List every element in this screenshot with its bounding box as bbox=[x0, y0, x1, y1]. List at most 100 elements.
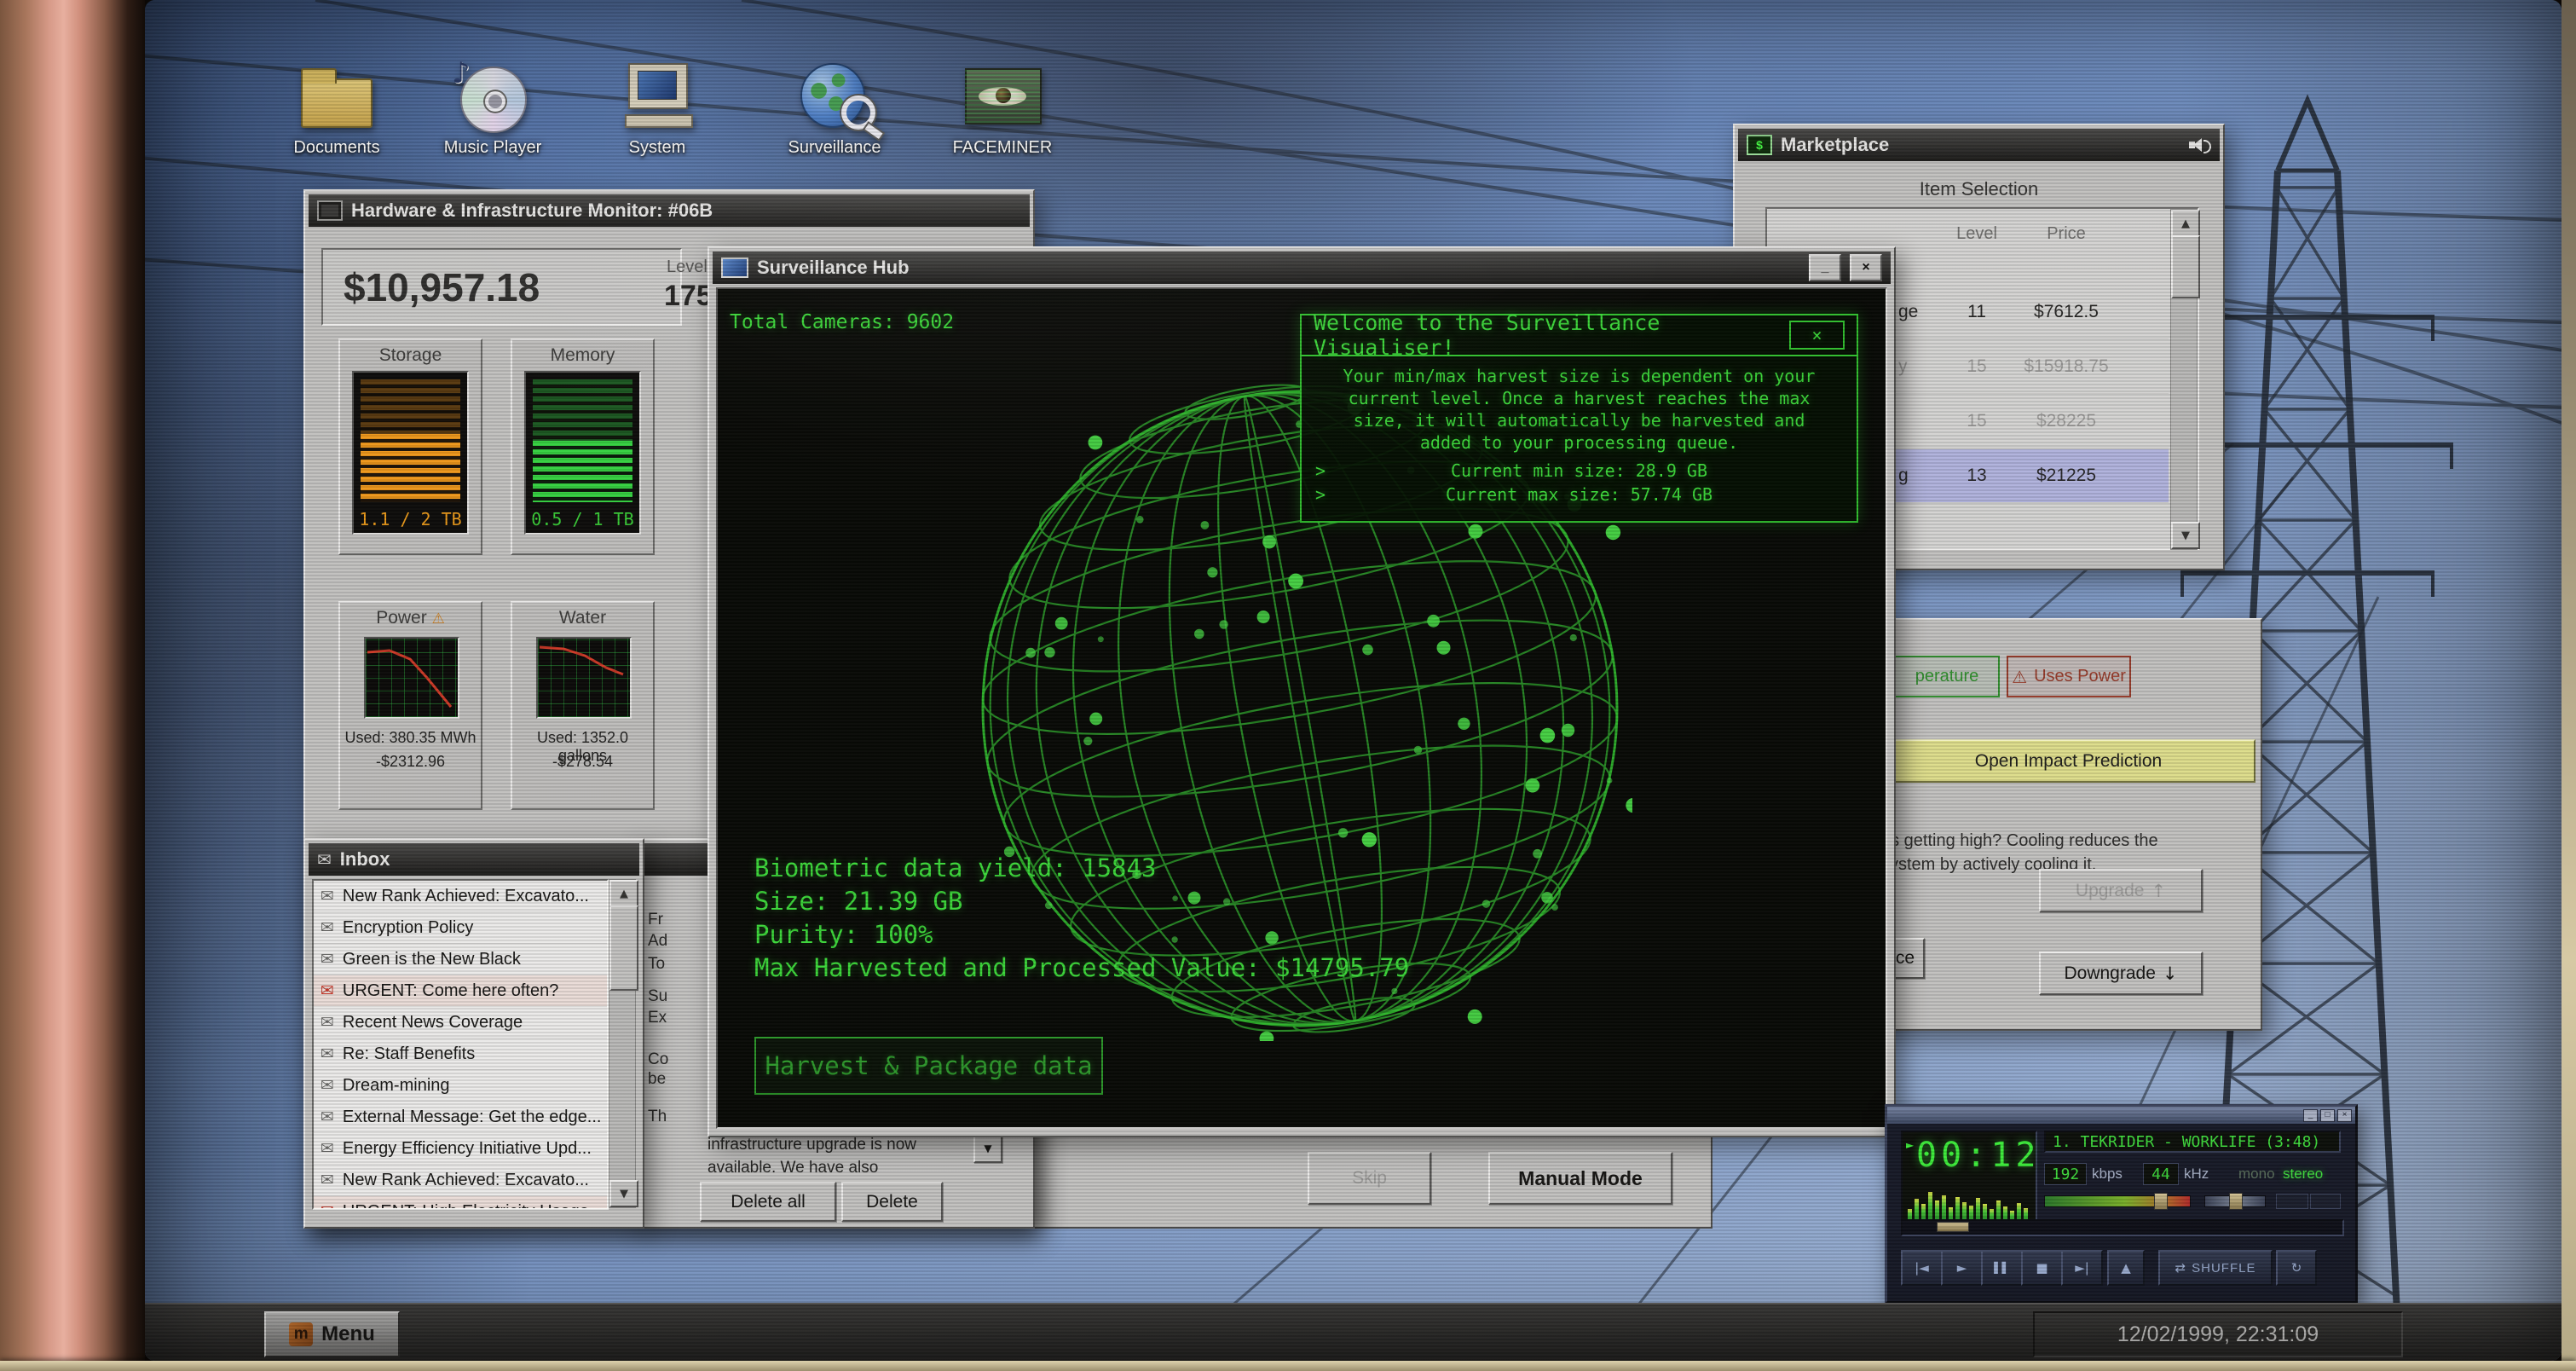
chip-icon bbox=[317, 200, 343, 221]
scroll-down-button[interactable]: ▼ bbox=[2171, 522, 2200, 549]
scroll-down-button[interactable]: ▼ bbox=[609, 1180, 638, 1207]
playlist-button[interactable] bbox=[2310, 1194, 2341, 1209]
balance-slider[interactable] bbox=[2204, 1195, 2266, 1207]
volume-slider[interactable] bbox=[2044, 1195, 2191, 1207]
close-button[interactable]: × bbox=[1850, 254, 1882, 281]
player-close-button[interactable]: × bbox=[2337, 1109, 2352, 1122]
pause-button[interactable]: ▌▌ bbox=[1981, 1250, 2023, 1286]
balance-knob[interactable] bbox=[2229, 1193, 2243, 1210]
inbox-message-row[interactable]: ✉New Rank Achieved: Excavato... bbox=[314, 881, 607, 912]
inbox-message-row[interactable]: ✉Re: Staff Benefits bbox=[314, 1038, 607, 1070]
seek-bar[interactable] bbox=[1901, 1219, 2344, 1236]
email-field-fragment: Fr bbox=[648, 911, 663, 929]
player-titlebar[interactable]: _ □ × bbox=[1887, 1107, 2355, 1124]
inbox-titlebar[interactable]: ✉ Inbox bbox=[309, 843, 639, 876]
open-impact-prediction-button[interactable]: Open Impact Prediction bbox=[1881, 739, 2255, 783]
scrollbar-thumb[interactable] bbox=[2171, 235, 2200, 298]
inbox-message-row[interactable]: ✉Recent News Coverage bbox=[314, 1007, 607, 1038]
spectrum-bar bbox=[1983, 1204, 1987, 1221]
memory-gauge: 0.5 / 1 TB bbox=[524, 371, 641, 535]
message-subject: New Rank Achieved: Excavato... bbox=[343, 1171, 589, 1190]
delete-all-button[interactable]: Delete all bbox=[700, 1182, 836, 1222]
icon-label: System bbox=[593, 138, 721, 158]
dropdown-arrow-button[interactable]: ▼ bbox=[973, 1134, 1002, 1163]
level-value: 175 bbox=[664, 280, 713, 313]
minimize-button[interactable]: _ bbox=[1809, 254, 1841, 281]
market-icon: $ bbox=[1747, 135, 1772, 155]
monitor-icon bbox=[721, 257, 748, 278]
window-faceminer-action-bar: Skip Manual Mode bbox=[1006, 1134, 1713, 1229]
up-arrow-icon: ↑ bbox=[2151, 881, 2166, 901]
dialog-title: Welcome to the Surveillance Visualiser! bbox=[1314, 310, 1789, 360]
player-minimize-button[interactable]: _ bbox=[2303, 1109, 2318, 1122]
upgrade-button[interactable]: Upgrade↑ bbox=[2039, 869, 2203, 912]
email-body-line1: infrastructure upgrade is now bbox=[708, 1136, 916, 1154]
scroll-up-button[interactable]: ▲ bbox=[2171, 210, 2200, 237]
eject-button[interactable]: ▲ bbox=[2107, 1250, 2145, 1286]
inbox-message-list: ✉New Rank Achieved: Excavato...✉Encrypti… bbox=[312, 879, 609, 1210]
track-title-marquee[interactable]: 1. TEKRIDER - WORKLIFE (3:48) bbox=[2044, 1131, 2341, 1153]
email-field-fragment: Ad bbox=[648, 932, 667, 951]
inbox-message-row[interactable]: ✉External Message: Get the edge... bbox=[314, 1102, 607, 1133]
icon-label: Music Player bbox=[429, 138, 557, 158]
eq-button[interactable] bbox=[2276, 1194, 2308, 1209]
inbox-message-row[interactable]: ✉New Rank Achieved: Excavato... bbox=[314, 1165, 607, 1196]
menu-button[interactable]: Menu bbox=[264, 1311, 400, 1357]
balance-display: $10,957.18 bbox=[321, 248, 682, 326]
spectrum-bar bbox=[2017, 1203, 2021, 1221]
desktop-icon-system[interactable]: System bbox=[593, 60, 721, 158]
monitor-screen: Documents ♪ Music Player System Surveill… bbox=[145, 0, 2562, 1361]
seek-knob[interactable] bbox=[1937, 1222, 1969, 1232]
inbox-message-row[interactable]: ✉Green is the New Black bbox=[314, 944, 607, 975]
hardware-monitor-titlebar[interactable]: Hardware & Infrastructure Monitor: #06B bbox=[309, 194, 1030, 227]
delete-button[interactable]: Delete bbox=[841, 1182, 943, 1222]
window-inbox: ✉ Inbox ✉New Rank Achieved: Excavato...✉… bbox=[303, 838, 644, 1229]
inbox-message-row[interactable]: ✉URGENT: High Electricity Usage bbox=[314, 1196, 607, 1210]
inbox-message-row[interactable]: ✉URGENT: Come here often? bbox=[314, 975, 607, 1007]
next-button[interactable]: ►| bbox=[2061, 1250, 2103, 1286]
spectrum-bar bbox=[1996, 1200, 2001, 1221]
shuffle-button[interactable]: ⇄ SHUFFLE bbox=[2158, 1250, 2273, 1286]
monitor-bezel-bottom bbox=[0, 1361, 2576, 1371]
previous-button[interactable]: |◄ bbox=[1901, 1250, 1943, 1286]
spectrum-bar bbox=[1928, 1192, 1932, 1221]
computer-icon bbox=[616, 60, 698, 135]
marketplace-titlebar[interactable]: $ Marketplace bbox=[1738, 129, 2220, 161]
harvest-size: Size: 21.39 GB bbox=[754, 885, 1409, 918]
skip-button[interactable]: Skip bbox=[1308, 1152, 1431, 1205]
spectrum-bar bbox=[1962, 1202, 1967, 1221]
max-size-value: Current max size: 57.74 GB bbox=[1446, 484, 1713, 505]
min-size-row: > Current min size: 28.9 GB bbox=[1302, 460, 1857, 481]
face-eye-icon bbox=[962, 60, 1043, 135]
desktop-icon-documents[interactable]: Documents bbox=[273, 60, 401, 158]
inbox-message-row[interactable]: ✉Dream-mining bbox=[314, 1070, 607, 1102]
player-shade-button[interactable]: □ bbox=[2320, 1109, 2335, 1122]
manual-mode-button[interactable]: Manual Mode bbox=[1488, 1152, 1672, 1205]
dialog-body-text: Your min/max harvest size is dependent o… bbox=[1302, 356, 1857, 457]
desktop-icon-faceminer[interactable]: FACEMINER bbox=[939, 60, 1066, 158]
inbox-message-row[interactable]: ✉Encryption Policy bbox=[314, 912, 607, 944]
desktop-icon-surveillance[interactable]: Surveillance bbox=[771, 60, 898, 158]
dialog-close-button[interactable]: × bbox=[1789, 321, 1845, 350]
volume-knob[interactable] bbox=[2154, 1193, 2168, 1210]
repeat-button[interactable]: ↻ bbox=[2276, 1250, 2317, 1286]
inbox-message-row[interactable]: ✉Energy Efficiency Initiative Upd... bbox=[314, 1133, 607, 1165]
surveillance-titlebar[interactable]: Surveillance Hub _ × bbox=[713, 252, 1891, 284]
speaker-icon[interactable] bbox=[2189, 137, 2211, 153]
storage-label: Storage bbox=[340, 345, 481, 366]
inbox-scrollbar[interactable]: ▲ ▼ bbox=[609, 879, 636, 1208]
envelope-icon: ✉ bbox=[321, 918, 334, 937]
stop-button[interactable]: ■ bbox=[2021, 1250, 2063, 1286]
scrollbar-thumb[interactable] bbox=[609, 905, 638, 991]
harvest-package-button[interactable]: Harvest & Package data bbox=[754, 1037, 1103, 1095]
play-button[interactable]: ► bbox=[1941, 1250, 1983, 1286]
desktop-icon-music-player[interactable]: ♪ Music Player bbox=[429, 60, 557, 158]
water-panel: Water Used: 1352.0 gallons -$278.54 bbox=[511, 601, 655, 810]
water-graph bbox=[536, 637, 632, 719]
marketplace-scrollbar[interactable]: ▲ ▼ bbox=[2170, 209, 2198, 550]
downgrade-button[interactable]: Downgrade↓ bbox=[2039, 952, 2203, 995]
music-player: _ □ × ► 00:12 1. TEKRIDER - WORKLIFE (3:… bbox=[1885, 1104, 2358, 1304]
music-cd-icon: ♪ bbox=[452, 60, 534, 135]
scroll-up-button[interactable]: ▲ bbox=[609, 880, 638, 907]
item-price: $15918.75 bbox=[2011, 340, 2122, 393]
